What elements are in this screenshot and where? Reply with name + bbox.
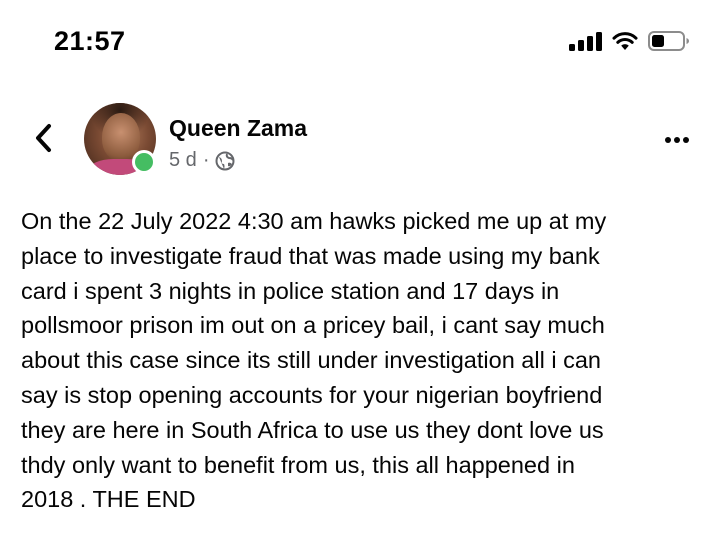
post-text: On the 22 July 2022 4:30 am hawks picked… [21, 208, 607, 513]
status-icons [569, 30, 690, 52]
more-options-button[interactable] [662, 125, 692, 155]
chevron-left-icon [32, 122, 54, 159]
status-bar: 21:57 [0, 0, 720, 90]
post-meta: 5 d · [169, 149, 235, 172]
meta-separator: · [202, 149, 210, 171]
back-button[interactable] [28, 120, 58, 160]
globe-icon[interactable] [215, 151, 235, 171]
online-status-indicator [132, 150, 156, 174]
post-header: Queen Zama 5 d · [0, 95, 720, 185]
signal-icon [569, 31, 602, 51]
status-time: 21:57 [54, 26, 126, 56]
wifi-icon [612, 31, 638, 51]
battery-icon [648, 30, 690, 52]
author-name[interactable]: Queen Zama [169, 115, 307, 142]
post-age[interactable]: 5 d [169, 149, 197, 172]
